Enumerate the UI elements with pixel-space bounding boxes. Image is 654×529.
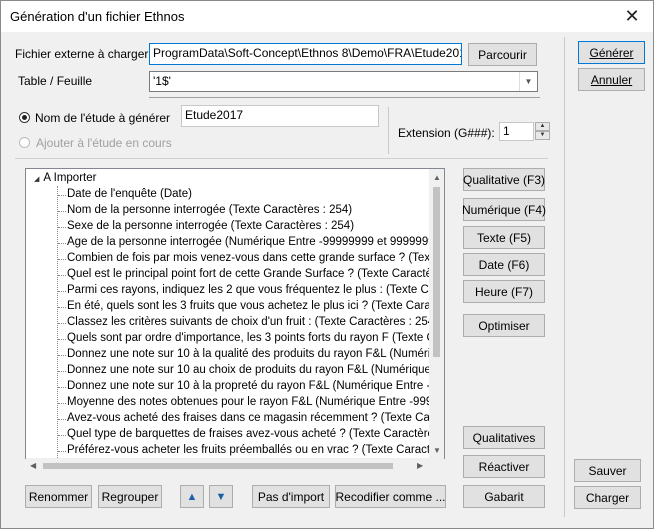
tree-item[interactable]: Age de la personne interrogée (Numérique… [67, 236, 444, 248]
tree-root[interactable]: ◢ A Importer [34, 172, 96, 184]
spin-down-icon[interactable]: ▼ [535, 131, 550, 140]
separator [149, 97, 540, 98]
file-label: Fichier externe à charger [15, 47, 149, 61]
tree-item[interactable]: Combien de fois par mois venez-vous dans… [67, 252, 444, 264]
tree-guide-line [58, 259, 66, 260]
reactivate-button[interactable]: Réactiver [463, 455, 545, 478]
separator [15, 158, 548, 159]
tree-item[interactable]: Quel type de barquettes de fraises avez-… [67, 428, 444, 440]
tree-item[interactable]: Donnez une note sur 10 à la qualité des … [67, 348, 444, 360]
cancel-button-label: Annuler [590, 72, 633, 87]
tree-item[interactable]: En été, quels sont les 3 fruits que vous… [67, 300, 444, 312]
tree-guide-line [58, 291, 66, 292]
tree-horizontal-scrollbar[interactable]: ◀ ▶ [26, 458, 429, 474]
tree-item[interactable]: Préférez-vous acheter les fruits préemba… [67, 444, 444, 456]
tree-item[interactable]: Parmi ces rayons, indiquez les 2 que vou… [67, 284, 444, 296]
tree-vertical-scrollbar[interactable]: ▲ ▼ [429, 169, 444, 458]
tree-root-label: A Importer [43, 172, 97, 184]
variables-tree[interactable]: ◢ A Importer Date de l'enquête (Date) Nom … [25, 168, 445, 459]
separator [564, 37, 565, 517]
group-button[interactable]: Regrouper [98, 485, 162, 508]
tree-guide-line [58, 275, 66, 276]
tree-guide-line [58, 387, 66, 388]
qualitative-button[interactable]: Qualitative (F3) [463, 168, 545, 191]
tree-guide-line [58, 435, 66, 436]
scroll-up-icon[interactable]: ▲ [433, 174, 441, 182]
file-path-input[interactable]: ProgramData\Soft-Concept\Ethnos 8\Demo\F… [149, 43, 462, 65]
numeric-button[interactable]: Numérique (F4) [462, 198, 546, 221]
table-select[interactable]: '1$' ▼ [149, 71, 538, 92]
qualitatives-button[interactable]: Qualitatives [463, 426, 545, 449]
tree-guide-line [58, 371, 66, 372]
radio-new-study-label[interactable]: Nom de l'étude à générer [35, 111, 170, 125]
time-button[interactable]: Heure (F7) [463, 280, 545, 303]
optimize-button[interactable]: Optimiser [463, 314, 545, 337]
title-bar: Génération d'un fichier Ethnos ✕ [1, 1, 653, 32]
separator [388, 107, 389, 154]
date-button[interactable]: Date (F6) [463, 253, 545, 276]
spin-up-icon[interactable]: ▲ [535, 122, 550, 131]
generate-button[interactable]: Générer [578, 41, 645, 64]
tree-item[interactable]: Quels sont par ordre d'importance, les 3… [67, 332, 444, 344]
text-button[interactable]: Texte (F5) [463, 226, 545, 249]
browse-button[interactable]: Parcourir [468, 43, 537, 66]
rename-button[interactable]: Renommer [25, 485, 92, 508]
expand-icon[interactable]: ◢ [34, 176, 39, 183]
tree-guide-line [58, 211, 66, 212]
close-icon[interactable]: ✕ [621, 5, 643, 27]
no-import-button[interactable]: Pas d'import [252, 485, 330, 508]
cancel-button[interactable]: Annuler [578, 68, 645, 91]
tree-item[interactable]: Classez les critères suivants de choix d… [67, 316, 438, 328]
tree-guide-line [58, 355, 66, 356]
generate-button-label: Générer [589, 45, 634, 60]
radio-add-study-label: Ajouter à l'étude en cours [36, 136, 172, 150]
move-up-icon[interactable]: ▲ [180, 485, 204, 508]
tree-guide-line [58, 195, 66, 196]
tree-item[interactable]: Nom de la personne interrogée (Texte Car… [67, 204, 352, 216]
table-label: Table / Feuille [18, 74, 93, 88]
tree-guide-line [58, 227, 66, 228]
tree-guide-line [58, 307, 66, 308]
radio-new-study[interactable] [19, 112, 30, 123]
load-button[interactable]: Charger [574, 486, 641, 509]
extension-input[interactable]: 1 [499, 122, 534, 141]
scroll-corner [429, 458, 444, 474]
tree-guide-line [58, 339, 66, 340]
tree-guide-line [58, 323, 66, 324]
window-title: Génération d'un fichier Ethnos [10, 9, 185, 24]
radio-add-study[interactable] [19, 137, 30, 148]
extension-label: Extension (G###): [398, 126, 495, 140]
scrollbar-thumb[interactable] [433, 187, 440, 357]
scroll-down-icon[interactable]: ▼ [433, 447, 441, 455]
recode-as-button[interactable]: Recodifier comme ... [335, 485, 446, 508]
tree-item[interactable]: Sexe de la personne interrogée (Texte Ca… [67, 220, 354, 232]
chevron-down-icon[interactable]: ▼ [519, 72, 537, 91]
tree-guide-line [58, 451, 66, 452]
study-name-input[interactable]: Etude2017 [181, 105, 379, 127]
dialog-window: Génération d'un fichier Ethnos ✕ Fichier… [0, 0, 654, 529]
template-button[interactable]: Gabarit [463, 485, 545, 508]
tree-item[interactable]: Quel est le principal point fort de cett… [67, 268, 444, 280]
table-select-value: '1$' [153, 74, 171, 88]
tree-item[interactable]: Donnez une note sur 10 au choix de produ… [67, 364, 444, 376]
scroll-right-icon[interactable]: ▶ [417, 462, 423, 470]
move-down-icon[interactable]: ▼ [209, 485, 233, 508]
tree-guide-line [58, 243, 66, 244]
tree-item[interactable]: Moyenne des notes obtenues pour le rayon… [67, 396, 444, 408]
tree-item[interactable]: Date de l'enquête (Date) [67, 188, 192, 200]
save-button[interactable]: Sauver [574, 459, 641, 482]
scroll-left-icon[interactable]: ◀ [30, 462, 36, 470]
tree-item[interactable]: Donnez une note sur 10 à la propreté du … [67, 380, 444, 392]
tree-guide-line [58, 419, 66, 420]
tree-item[interactable]: Avez-vous acheté des fraises dans ce mag… [67, 412, 444, 424]
tree-guide-line [58, 403, 66, 404]
scrollbar-thumb[interactable] [43, 463, 393, 469]
